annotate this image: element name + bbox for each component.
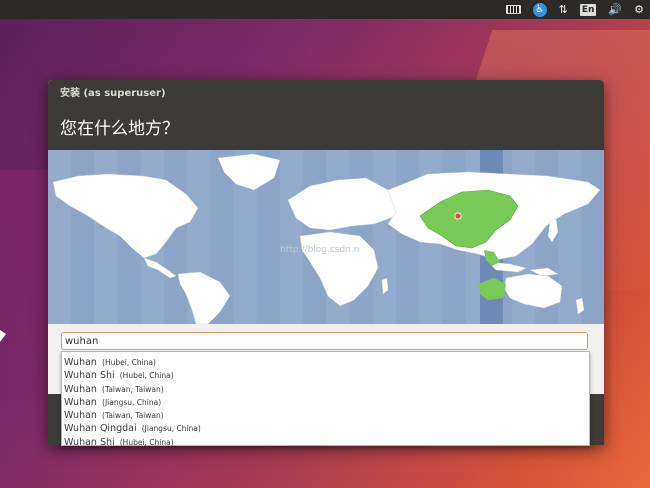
timezone-band [558,150,582,324]
page-heading: 您在什么地方？ [60,119,179,139]
suggestion-item[interactable]: Wuhan (Hubei, China) [62,353,589,368]
volume-icon[interactable]: 🔊 [608,0,622,19]
accessibility-icon[interactable]: ♿ [532,2,547,17]
settings-gear-icon[interactable]: ⚙ [634,0,644,19]
location-marker [454,212,462,220]
location-suggestions-dropdown[interactable]: Wuhan (Hubei, China) Wuhan Shi (Hubei, C… [61,351,590,448]
keyboard-icon[interactable] [505,5,521,14]
timezone-band [581,150,604,324]
location-search-input[interactable] [61,332,588,350]
suggestion-item[interactable]: Wuhan (Taiwan, Taiwan) [62,380,589,395]
timezone-band [48,150,72,324]
network-icon[interactable]: ⇅ [559,0,568,19]
timezone-band [372,150,396,324]
top-panel: ♿ ⇅ En 🔊 ⚙ [0,0,650,19]
map-watermark: http://blog.csdn.n [280,245,359,255]
world-map-svg: http://blog.csdn.n [48,150,604,324]
suggestion-item[interactable]: Wuhan Shi (Hubei, China) [62,433,589,448]
suggestion-item[interactable]: Wuhan Shi (Hubei, China) [62,366,589,381]
timezone-band [280,150,304,324]
suggestion-item[interactable]: Wuhan Qingdai (Jiangsu, China) [62,419,589,434]
timezone-map[interactable]: http://blog.csdn.n [48,150,604,324]
language-indicator[interactable]: En [579,3,597,16]
suggestion-item[interactable]: Wuhan (Jiangsu, China) [62,393,589,408]
window-titlebar: 安装 (as superuser) 您在什么地方？ [48,80,604,150]
mouse-pointer-icon [0,330,6,342]
window-title: 安装 (as superuser) [60,88,166,99]
